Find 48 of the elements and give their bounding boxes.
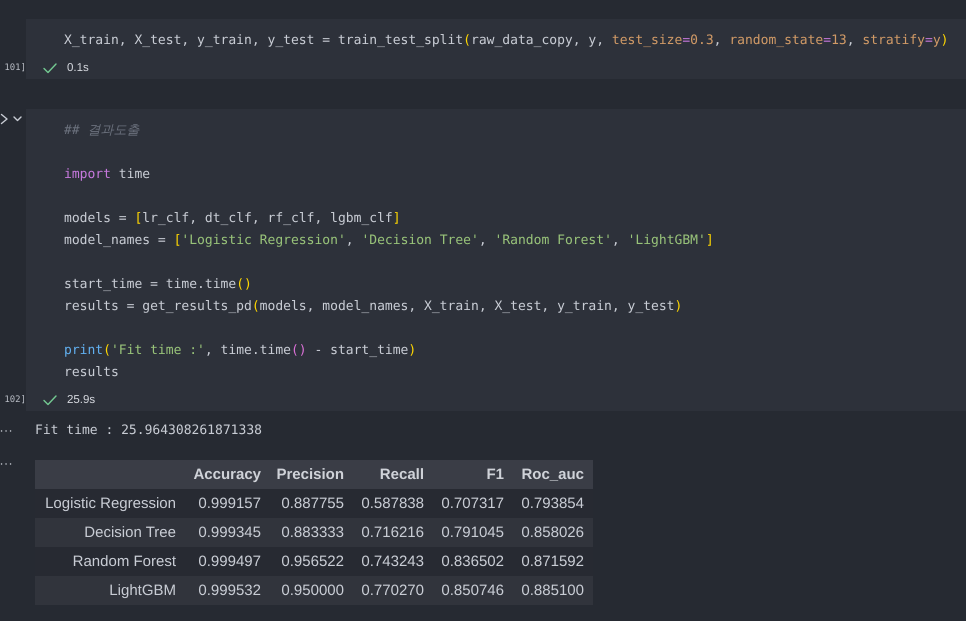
code-line: import time [64, 166, 150, 184]
table-cell-text: 0.770270 [360, 582, 425, 599]
row-label: Decision Tree [83, 524, 177, 541]
column-header: Accuracy [192, 466, 262, 483]
column-header: F1 [485, 466, 505, 483]
execution-time: 25.9s [67, 394, 96, 406]
table-cell-text: 0.956522 [280, 553, 345, 570]
table-cell-text: 0.871592 [520, 553, 585, 570]
column-header: Roc_auc [520, 466, 585, 483]
table-cell-text: 0.858026 [520, 524, 585, 541]
chevron-down-icon[interactable] [13, 116, 22, 122]
table-cell-text: 0.743243 [360, 553, 425, 570]
table-cell-text: 0.836502 [440, 553, 505, 570]
table-cell-text: 0.850746 [440, 582, 505, 599]
output-text: Fit time : 25.964308261871338 [35, 422, 263, 440]
table-cell-text: 0.707317 [440, 495, 505, 512]
table-cell-text: 0.999532 [197, 582, 262, 599]
table-cell-text: 0.999157 [197, 495, 262, 512]
more-icon[interactable] [0, 462, 12, 466]
column-header: Precision [275, 466, 345, 483]
table-cell-text: 0.883333 [280, 524, 345, 541]
table-cell-text: 0.791045 [440, 524, 505, 541]
table-cell-text: 0.999345 [197, 524, 262, 541]
code-line: start_time = time.time() [64, 276, 252, 294]
code-line: results [64, 364, 119, 382]
code-line: X_train, X_test, y_train, y_test = train_test_split(raw_data_copy, y, test_size=0.3, random_state=13, stratify=y) [64, 32, 948, 50]
row-label: Logistic Regression [44, 495, 177, 512]
code-line: models = [lr_clf, dt_clf, rf_clf, lgbm_clf] [64, 210, 401, 228]
row-label: Random Forest [72, 553, 177, 570]
code-editor[interactable]: X_train, X_test, y_train, y_test = train_test_split(raw_data_copy, y, test_size=0.3, random_state=13, stratify=y) [26, 19, 966, 57]
table-cell-text: 0.793854 [520, 495, 585, 512]
table-cell-text: 0.587838 [360, 495, 425, 512]
chevron-right-icon[interactable] [0, 113, 9, 125]
table-cell-text: 0.716216 [360, 524, 425, 541]
code-line: model_names = ['Logistic Regression', 'Decision Tree', 'Random Forest', 'LightGBM'] [64, 232, 714, 250]
column-header: Recall [378, 466, 425, 483]
table-cell-text: 0.950000 [280, 582, 345, 599]
code-line: print('Fit time :', time.time() - start_time) [64, 342, 416, 360]
code-line: results = get_results_pd(models, model_names, X_train, X_test, y_train, y_test) [64, 298, 682, 316]
execution-count: 101] [3, 63, 26, 73]
table-cell-text: 0.885100 [520, 582, 585, 599]
more-icon[interactable] [0, 429, 12, 433]
table-cell-text: 0.999497 [197, 553, 262, 570]
execution-time: 0.1s [67, 62, 89, 74]
table-cell-text: 0.887755 [280, 495, 345, 512]
row-label: LightGBM [108, 582, 177, 599]
code-line: ## 결과도출 [64, 122, 140, 140]
execution-count: 102] [3, 395, 26, 405]
